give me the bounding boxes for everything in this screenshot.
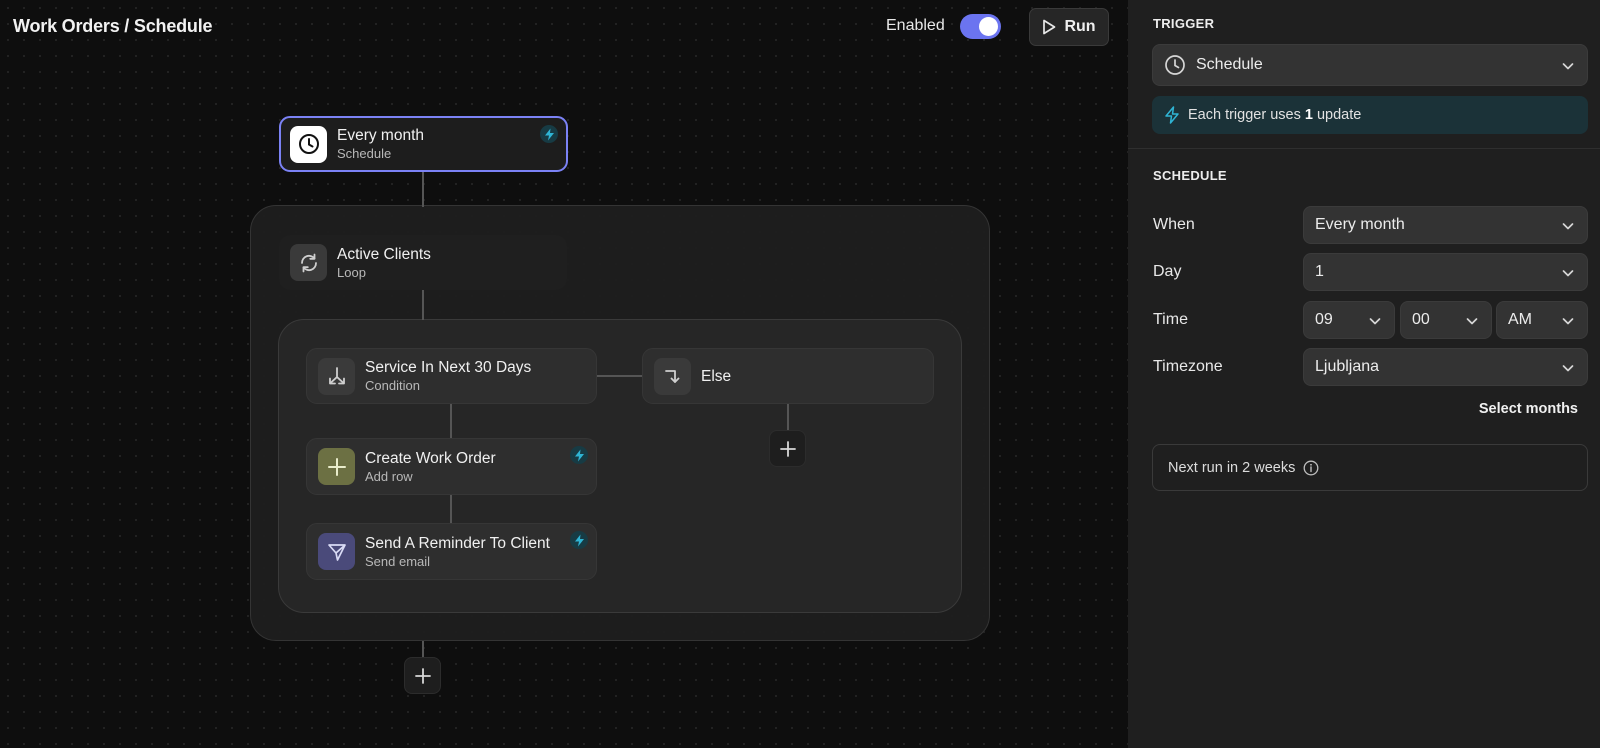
add-else-step-button[interactable] (769, 430, 806, 467)
trigger-type-value: Schedule (1196, 56, 1263, 73)
else-node[interactable]: Else (642, 348, 934, 404)
chevron-down-icon (1562, 318, 1574, 325)
connector-line (450, 495, 452, 523)
send-reminder-node[interactable]: Send A Reminder To Client Send email (306, 523, 597, 580)
time-period-select[interactable]: AM (1496, 301, 1588, 339)
loop-icon (290, 244, 327, 281)
time-minute-value: 00 (1412, 311, 1430, 328)
run-button-label: Run (1064, 18, 1096, 35)
info-suffix: update (1316, 107, 1362, 123)
bolt-icon (1165, 106, 1179, 124)
timezone-select[interactable]: Ljubljana (1303, 348, 1588, 386)
chevron-down-icon (1562, 63, 1574, 70)
day-label: Day (1153, 263, 1182, 280)
chevron-down-icon (1466, 318, 1478, 325)
day-value: 1 (1315, 263, 1324, 280)
create-work-order-node[interactable]: Create Work Order Add row (306, 438, 597, 495)
trigger-section-title: TRIGGER (1153, 16, 1215, 31)
bolt-icon (570, 531, 588, 549)
else-arrow-icon (654, 357, 691, 395)
info-prefix: Each trigger uses (1188, 107, 1301, 123)
connector-line (422, 171, 424, 207)
time-hour-select[interactable]: 09 (1303, 301, 1395, 339)
node-title: Every month (337, 127, 425, 144)
trigger-type-select[interactable]: Schedule (1152, 44, 1588, 86)
timezone-label: Timezone (1153, 358, 1223, 375)
settings-panel: TRIGGER Schedule Each trigger uses 1 upd… (1128, 0, 1600, 748)
node-subtitle: Add row (365, 468, 413, 484)
plus-icon (414, 667, 431, 684)
connector-line (596, 375, 643, 377)
bolt-icon (540, 125, 558, 143)
node-title: Create Work Order (365, 449, 496, 467)
select-months-button[interactable]: Select months (1479, 401, 1578, 417)
node-subtitle: Schedule (337, 146, 392, 161)
breadcrumb: Work Orders / Schedule (13, 16, 213, 36)
loop-node[interactable]: Active Clients Loop (279, 235, 567, 290)
connector-line (787, 404, 789, 430)
node-title: Else (701, 367, 732, 385)
connector-line (450, 404, 452, 438)
plus-icon (318, 448, 355, 485)
connector-line (422, 641, 424, 657)
node-subtitle: Condition (365, 378, 420, 393)
next-run-info: Next run in 2 weeks (1152, 444, 1588, 491)
section-divider (1128, 148, 1600, 149)
timezone-value: Ljubljana (1315, 358, 1380, 375)
node-subtitle: Loop (337, 264, 366, 280)
trigger-node[interactable]: Every month Schedule (279, 116, 568, 172)
connector-line (422, 290, 424, 320)
info-count: 1 (1304, 107, 1313, 123)
send-icon (318, 533, 355, 570)
play-icon (1043, 19, 1056, 35)
time-label: Time (1153, 311, 1188, 328)
when-value: Every month (1315, 216, 1405, 233)
chevron-down-icon (1369, 318, 1381, 325)
time-hour-value: 09 (1315, 311, 1333, 328)
clock-icon (1165, 55, 1185, 75)
chevron-down-icon (1562, 270, 1574, 277)
toggle-knob (979, 17, 998, 36)
clock-icon (290, 125, 327, 163)
node-title: Active Clients (337, 245, 431, 263)
run-button[interactable]: Run (1029, 8, 1109, 46)
trigger-usage-info: Each trigger uses 1 update (1152, 96, 1588, 134)
info-icon[interactable] (1303, 460, 1319, 476)
time-minute-select[interactable]: 00 (1400, 301, 1492, 339)
condition-node[interactable]: Service In Next 30 Days Condition (306, 348, 597, 404)
branch-icon (318, 357, 355, 395)
time-period-value: AM (1508, 311, 1532, 328)
day-select[interactable]: 1 (1303, 253, 1588, 291)
schedule-section-title: SCHEDULE (1153, 168, 1227, 183)
enabled-toggle[interactable] (960, 14, 1001, 39)
node-title: Send A Reminder To Client (365, 534, 550, 552)
chevron-down-icon (1562, 223, 1574, 230)
node-title: Service In Next 30 Days (365, 359, 532, 376)
add-step-button[interactable] (404, 657, 441, 694)
bolt-icon (570, 446, 588, 464)
next-run-text: Next run in 2 weeks (1168, 459, 1296, 476)
enabled-label: Enabled (886, 17, 945, 34)
node-subtitle: Send email (365, 553, 431, 569)
plus-icon (779, 440, 796, 457)
when-select[interactable]: Every month (1303, 206, 1588, 244)
workflow-canvas[interactable]: Work Orders / Schedule Enabled Run Every… (0, 0, 1128, 748)
chevron-down-icon (1562, 365, 1574, 372)
when-label: When (1153, 216, 1195, 233)
